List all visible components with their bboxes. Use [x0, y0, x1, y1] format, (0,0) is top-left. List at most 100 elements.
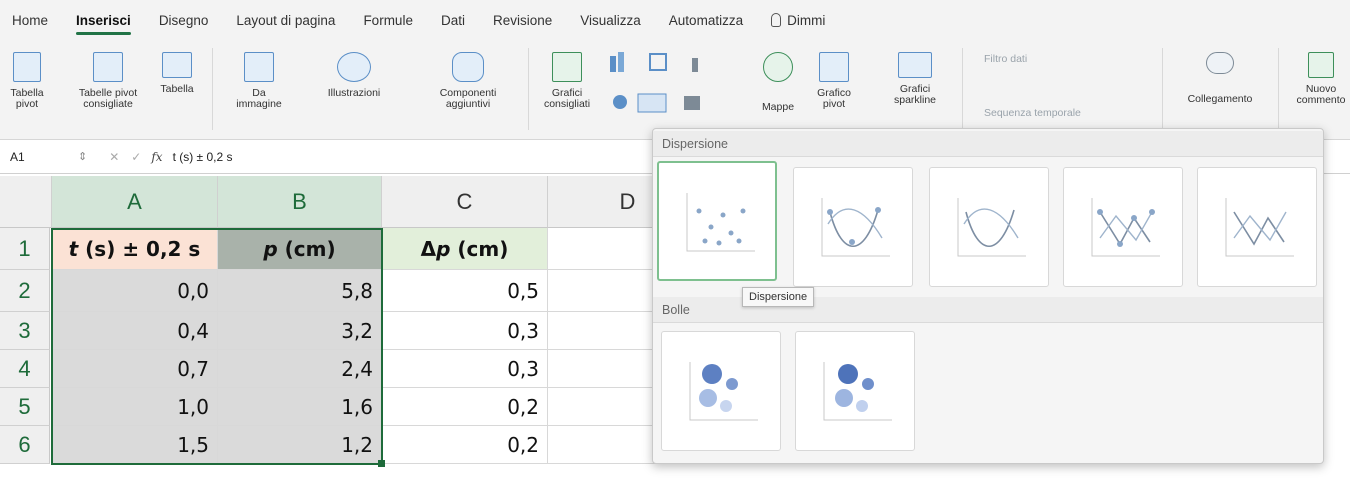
- rec-charts-line2: consigliati: [543, 98, 591, 110]
- name-box[interactable]: A1: [0, 150, 78, 164]
- cell-c2[interactable]: 0,5: [382, 270, 548, 312]
- pivot-chart-line2: pivot: [822, 98, 846, 110]
- addins-button[interactable]: Componenti aggiuntivi: [420, 52, 516, 110]
- tab-automate[interactable]: Automatizza: [669, 13, 743, 28]
- recommended-charts-icon: [552, 52, 582, 82]
- tab-page-layout[interactable]: Layout di pagina: [236, 13, 335, 28]
- illustrations-button[interactable]: Illustrazioni: [308, 52, 400, 99]
- table-icon: [162, 52, 192, 78]
- ribbon-separator: [212, 48, 213, 130]
- row-header-6[interactable]: 6: [0, 426, 50, 464]
- link-icon: [1206, 52, 1234, 74]
- pivot-line2: pivot: [15, 98, 39, 110]
- tab-home[interactable]: Home: [12, 13, 48, 28]
- row-header-3[interactable]: 3: [0, 312, 50, 350]
- pivot-table-icon: [13, 52, 41, 82]
- row-header-5[interactable]: 5: [0, 388, 50, 426]
- scatter-chart-icon: [686, 193, 755, 252]
- ribbon-separator: [528, 48, 529, 130]
- image-icon: [244, 52, 274, 82]
- scatter-markers-only-option[interactable]: [657, 161, 777, 281]
- cell-c1[interactable]: Δp (cm): [382, 228, 548, 270]
- illustrations-label: Illustrazioni: [327, 87, 381, 99]
- table-label: Tabella: [160, 83, 194, 95]
- slicer-button[interactable]: Filtro dati: [984, 54, 1094, 65]
- sparklines-line2: sparkline: [893, 94, 937, 106]
- ribbon-tabs: Home Inserisci Disegno Layout di pagina …: [0, 0, 1350, 40]
- header-c-delta: Δ: [420, 236, 437, 261]
- cell-c3[interactable]: 0,3: [382, 312, 548, 350]
- sparklines-button[interactable]: Grafici sparkline: [880, 52, 950, 106]
- recommended-charts-button[interactable]: Grafici consigliati: [534, 52, 600, 110]
- from-image-line2: immagine: [236, 98, 282, 110]
- scatter-smooth-lines-icon: [957, 198, 1026, 257]
- addins-line2: aggiuntivi: [445, 98, 491, 110]
- tab-formulas[interactable]: Formule: [363, 13, 413, 28]
- name-box-stepper-icon[interactable]: ⇕: [78, 150, 87, 163]
- chart-types-icon: [610, 52, 700, 113]
- ribbon-separator: [962, 48, 963, 130]
- bubble-chart-option[interactable]: [661, 331, 781, 451]
- fx-icon[interactable]: fx: [151, 150, 162, 164]
- maps-button[interactable]: Mappe: [750, 52, 806, 113]
- header-c-rest: (cm): [450, 236, 509, 261]
- scatter-straight-markers-option[interactable]: [1063, 167, 1183, 287]
- link-button[interactable]: Collegamento: [1174, 52, 1266, 105]
- ribbon-separator: [1162, 48, 1163, 130]
- tab-data[interactable]: Dati: [441, 13, 465, 28]
- confirm-icon[interactable]: ✓: [131, 150, 141, 164]
- comment-icon: [1308, 52, 1334, 78]
- globe-icon: [763, 52, 793, 82]
- recommended-pivot-icon: [93, 52, 123, 82]
- scatter-smooth-lines-option[interactable]: [929, 167, 1049, 287]
- pivot-chart-icon: [819, 52, 849, 82]
- addins-icon: [452, 52, 484, 82]
- cell-c4[interactable]: 0,3: [382, 350, 548, 388]
- new-comment-line2: commento: [1296, 94, 1346, 106]
- scatter-straight-lines-option[interactable]: [1197, 167, 1317, 287]
- sparkline-icon: [898, 52, 932, 78]
- from-image-button[interactable]: Da immagine: [226, 52, 292, 110]
- tab-review[interactable]: Revisione: [493, 13, 552, 28]
- scatter-straight-markers-icon: [1091, 198, 1160, 257]
- cell-c6[interactable]: 0,2: [382, 426, 548, 464]
- ribbon-separator: [1278, 48, 1279, 130]
- fill-handle[interactable]: [378, 460, 385, 467]
- column-header-c[interactable]: C: [382, 176, 548, 228]
- selection-range-outline: [51, 228, 383, 465]
- row-header-2[interactable]: 2: [0, 270, 50, 312]
- select-all-corner[interactable]: [0, 176, 52, 228]
- cell-c5[interactable]: 0,2: [382, 388, 548, 426]
- tell-me[interactable]: Dimmi: [771, 13, 825, 28]
- ribbon-insert: Tabella pivot Tabelle pivot consigliate …: [0, 40, 1350, 140]
- cancel-icon[interactable]: ✕: [109, 150, 119, 164]
- tab-insert[interactable]: Inserisci: [76, 13, 131, 35]
- tab-view[interactable]: Visualizza: [580, 13, 641, 28]
- row-header-4[interactable]: 4: [0, 350, 50, 388]
- table-button[interactable]: Tabella: [152, 52, 202, 95]
- row-header-1[interactable]: 1: [0, 228, 50, 270]
- chart-type-buttons[interactable]: [606, 50, 746, 124]
- scatter-straight-lines-icon: [1225, 198, 1294, 257]
- shapes-icon: [337, 52, 371, 82]
- slicer-label: Filtro dati: [984, 53, 1028, 65]
- header-c-var: p: [436, 236, 451, 261]
- timeline-button[interactable]: Sequenza temporale: [984, 108, 1144, 119]
- pivot-table-button[interactable]: Tabella pivot: [10, 52, 44, 110]
- pivot-sugg-line2: consigliate: [83, 98, 133, 110]
- recommended-pivot-button[interactable]: Tabelle pivot consigliate: [66, 52, 150, 110]
- scatter-section-title: Dispersione: [653, 131, 1323, 157]
- scatter-smooth-markers-option[interactable]: [793, 167, 913, 287]
- timeline-label: Sequenza temporale: [984, 107, 1081, 119]
- tab-draw[interactable]: Disegno: [159, 13, 209, 28]
- maps-label: Mappe: [761, 101, 795, 113]
- bubble-chart-icon: [689, 362, 758, 421]
- new-comment-button[interactable]: Nuovo commento: [1292, 52, 1350, 106]
- pivot-chart-button[interactable]: Grafico pivot: [806, 52, 862, 110]
- lightbulb-icon: [771, 13, 782, 27]
- bubble-3d-chart-option[interactable]: [795, 331, 915, 451]
- formula-input[interactable]: t (s) ± 0,2 s: [173, 150, 233, 164]
- column-header-b[interactable]: B: [218, 176, 382, 228]
- column-header-a[interactable]: A: [52, 176, 218, 228]
- tooltip: Dispersione: [742, 287, 815, 307]
